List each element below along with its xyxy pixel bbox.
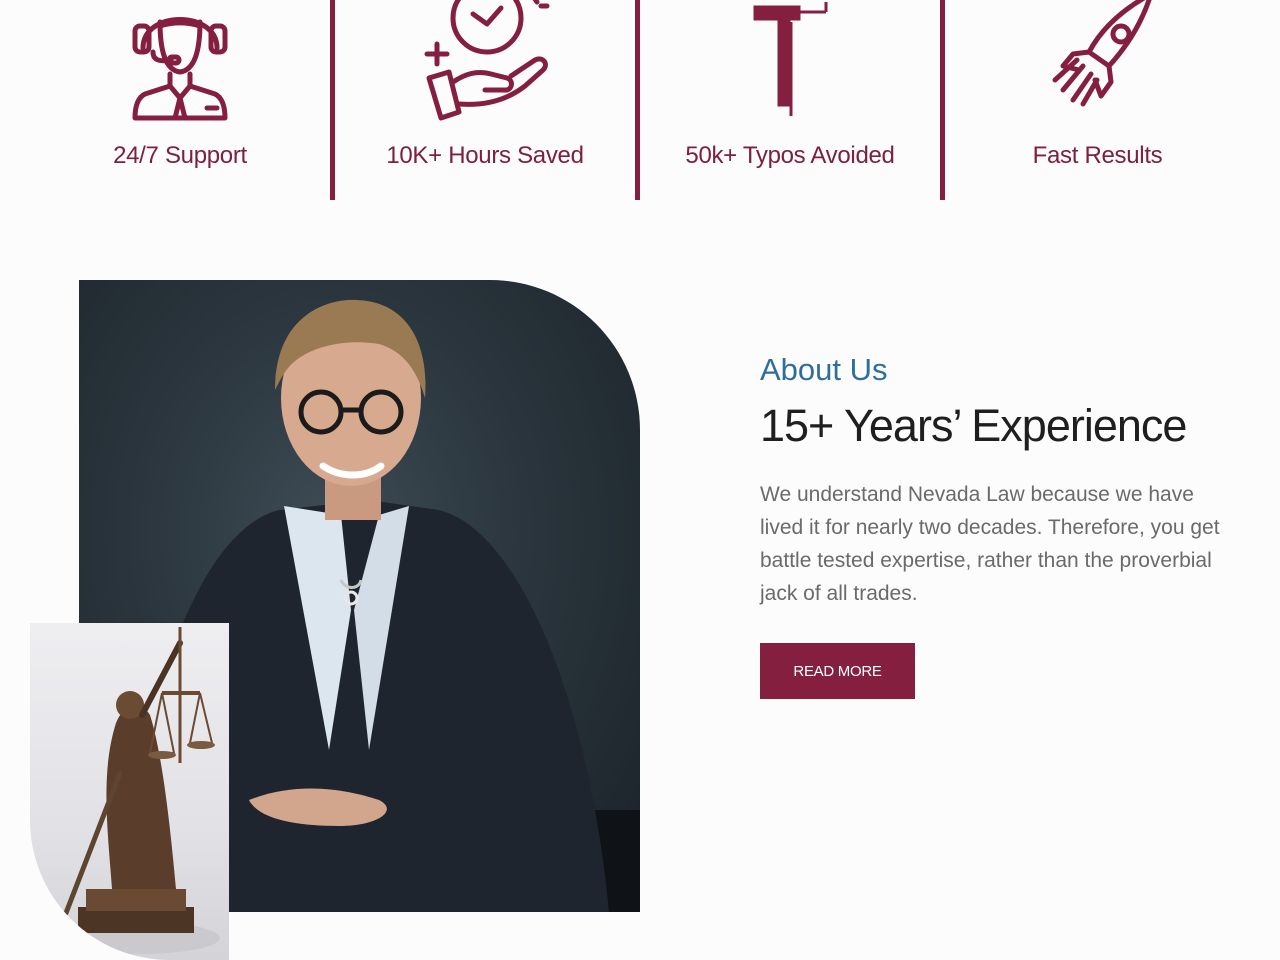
stat-hours: 10K+ Hours Saved: [335, 0, 635, 200]
lady-justice-statue-photo: [30, 623, 229, 960]
about-heading: 15+ Years’ Experience: [760, 400, 1187, 451]
rocket-icon: [1033, 0, 1163, 125]
hand-clock-icon: [415, 0, 555, 130]
stat-label: 10K+ Hours Saved: [386, 142, 584, 169]
headset-support-icon: [115, 0, 245, 130]
stat-label: Fast Results: [1032, 142, 1163, 169]
stat-label: 24/7 Support: [113, 142, 247, 169]
stat-support: 24/7 Support: [30, 0, 330, 200]
stat-label: 50k+ Typos Avoided: [685, 142, 895, 169]
text-cursor-icon: [750, 0, 830, 125]
stats-strip: 24/7 Support 10K+ Hours Saved 50k+ Typos…: [0, 0, 1280, 200]
stat-fast: Fast Results: [945, 0, 1250, 200]
stat-typos: 50k+ Typos Avoided: [640, 0, 940, 200]
about-kicker: About Us: [760, 352, 888, 387]
about-description: We understand Nevada Law because we have…: [760, 483, 1220, 605]
read-more-button[interactable]: READ MORE: [760, 643, 915, 699]
